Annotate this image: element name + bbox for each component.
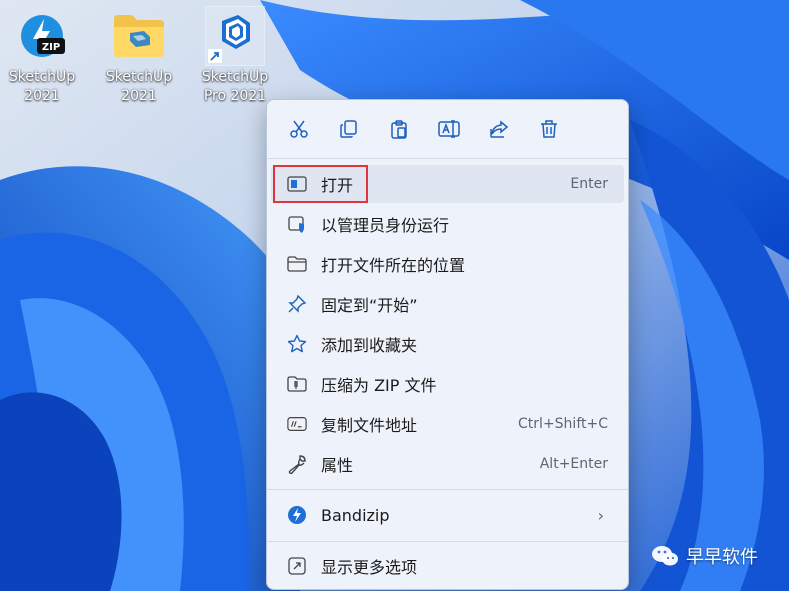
desktop-icon-sketchup-folder[interactable]: SketchUp 2021 [97, 6, 181, 116]
wrench-icon [287, 454, 307, 474]
paste-icon [391, 120, 407, 139]
rename-button[interactable] [433, 113, 465, 145]
menu-item-label: Bandizip [321, 505, 390, 525]
delete-button[interactable] [533, 113, 565, 145]
menu-item-shortcut: Ctrl+Shift+C [518, 416, 608, 432]
scissors-icon [290, 120, 308, 138]
bandizip-icon [287, 505, 307, 525]
menu-item-properties[interactable]: 属性 Alt+Enter [271, 445, 624, 483]
zip-badge: ZIP [42, 42, 60, 53]
desktop-icon-label: SketchUp 2021 [8, 69, 76, 104]
show-more-icon [287, 556, 307, 576]
menu-item-compress-zip[interactable]: 压缩为 ZIP 文件 [271, 365, 624, 403]
admin-shield-icon [287, 214, 307, 234]
desktop-icon-label: SketchUp 2021 [105, 69, 173, 104]
menu-separator [267, 541, 628, 542]
share-button[interactable] [483, 113, 515, 145]
folder-icon [109, 6, 169, 66]
menu-item-bandizip[interactable]: Bandizip › [271, 496, 624, 534]
menu-item-label: 显示更多选项 [321, 558, 418, 577]
copy-icon [340, 120, 357, 138]
paste-button[interactable] [383, 113, 415, 145]
menu-item-open-location[interactable]: 打开文件所在的位置 [271, 245, 624, 283]
sketchup-icon [205, 6, 265, 66]
menu-item-shortcut: Alt+Enter [539, 456, 608, 472]
menu-separator [267, 158, 628, 159]
copy-button[interactable] [333, 113, 365, 145]
menu-item-label: 复制文件地址 [321, 416, 418, 435]
menu-item-copy-path[interactable]: 复制文件地址 Ctrl+Shift+C [271, 405, 624, 443]
context-menu-toolbar [267, 100, 628, 158]
watermark-text: 早早软件 [686, 547, 758, 568]
menu-item-label: 以管理员身份运行 [321, 216, 450, 235]
shortcut-arrow-icon [208, 49, 222, 63]
chevron-right-icon: › [597, 505, 604, 525]
star-icon [287, 334, 307, 354]
annotation-highlight-box [273, 165, 368, 203]
menu-item-label: 打开文件所在的位置 [321, 256, 466, 275]
wechat-icon [652, 546, 678, 566]
menu-item-label: 添加到收藏夹 [321, 336, 418, 355]
menu-item-run-as-admin[interactable]: 以管理员身份运行 [271, 205, 624, 243]
trash-icon [541, 120, 557, 138]
cut-button[interactable] [283, 113, 315, 145]
desktop-icon-sketchup-zip[interactable]: ZIP SketchUp 2021 [0, 6, 84, 116]
pin-icon [287, 294, 307, 314]
copy-path-icon [287, 414, 307, 434]
menu-item-show-more[interactable]: 显示更多选项 [271, 547, 624, 585]
menu-item-label: 固定到“开始” [321, 296, 418, 315]
desktop-icon-sketchup-pro[interactable]: SketchUp Pro 2021 [193, 6, 277, 116]
share-icon [490, 120, 509, 138]
menu-item-label: 属性 [321, 456, 354, 475]
menu-item-label: 压缩为 ZIP 文件 [321, 376, 437, 395]
menu-item-pin-to-start[interactable]: 固定到“开始” [271, 285, 624, 323]
watermark: 早早软件 [650, 542, 758, 570]
rename-icon [438, 120, 460, 138]
menu-item-add-favorites[interactable]: 添加到收藏夹 [271, 325, 624, 363]
zip-archive-icon: ZIP [12, 6, 72, 66]
menu-separator [267, 489, 628, 490]
desktop-icon-label: SketchUp Pro 2021 [201, 69, 269, 104]
folder-outline-icon [287, 254, 307, 274]
zip-folder-icon [287, 374, 307, 394]
menu-item-shortcut: Enter [570, 176, 608, 192]
